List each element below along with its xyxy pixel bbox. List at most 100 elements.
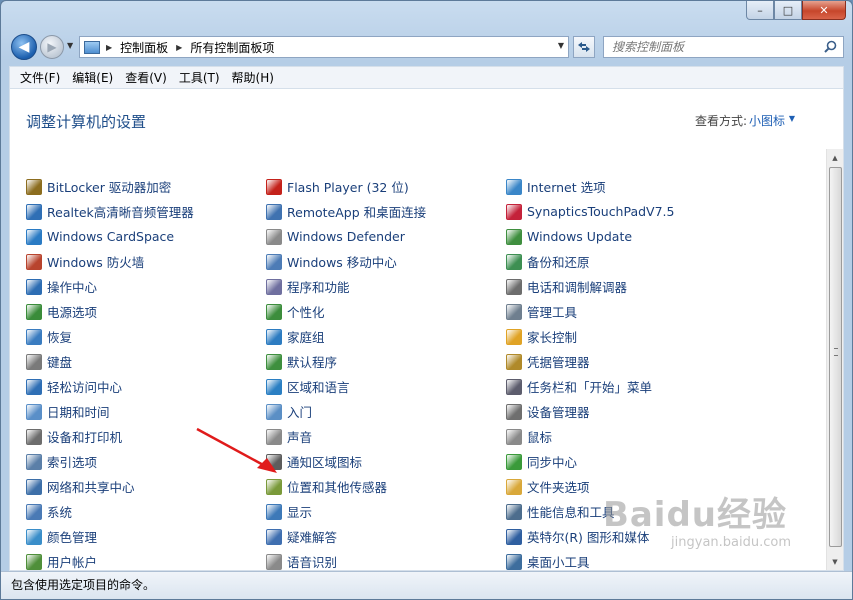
item-label: 桌面小工具 xyxy=(527,555,590,570)
item-label: 备份和还原 xyxy=(527,255,590,270)
devices-printers-icon xyxy=(26,428,42,445)
control-panel-item[interactable]: Windows 移动中心 xyxy=(266,249,506,274)
control-panel-item[interactable]: Flash Player (32 位) xyxy=(266,174,506,199)
control-panel-item[interactable]: 家长控制 xyxy=(506,324,746,349)
control-panel-item[interactable]: 日期和时间 xyxy=(26,399,266,424)
programs-features-icon xyxy=(266,278,282,295)
control-panel-item[interactable]: 显示 xyxy=(266,499,506,524)
forward-button[interactable]: ▶ xyxy=(40,35,64,59)
speech-recognition-icon xyxy=(266,553,282,570)
item-label: 语音识别 xyxy=(287,555,338,570)
item-label: 疑难解答 xyxy=(287,530,338,545)
item-label: 用户帐户 xyxy=(47,555,98,570)
indexing-icon xyxy=(26,453,42,470)
menu-help[interactable]: 帮助(H) xyxy=(226,67,280,88)
control-panel-item[interactable]: SynapticsTouchPadV7.5 xyxy=(506,199,746,224)
color-management-icon xyxy=(26,528,42,545)
backup-restore-icon xyxy=(506,253,522,270)
scroll-up-icon[interactable]: ▲ xyxy=(827,149,843,166)
view-by-dropdown[interactable]: 小图标 xyxy=(749,112,785,129)
scroll-down-icon[interactable]: ▼ xyxy=(827,553,843,570)
back-button[interactable]: ◀ xyxy=(11,34,37,60)
windows-update-icon xyxy=(506,228,522,245)
item-label: 恢复 xyxy=(47,330,73,345)
control-panel-item[interactable]: 电源选项 xyxy=(26,299,266,324)
menu-view[interactable]: 查看(V) xyxy=(119,67,173,88)
control-panel-item[interactable]: 凭据管理器 xyxy=(506,349,746,374)
maximize-button[interactable]: □ xyxy=(774,1,802,20)
control-panel-item[interactable]: 操作中心 xyxy=(26,274,266,299)
internet-options-icon xyxy=(506,178,522,195)
control-panel-item[interactable]: Windows 防火墙 xyxy=(26,249,266,274)
control-panel-item[interactable]: 声音 xyxy=(266,424,506,449)
control-panel-item[interactable]: Windows Update xyxy=(506,224,746,249)
close-button[interactable]: ✕ xyxy=(802,1,846,20)
item-label: Realtek高清晰音频管理器 xyxy=(47,205,194,220)
control-panel-item[interactable]: 键盘 xyxy=(26,349,266,374)
recent-pages-dropdown-icon[interactable]: ▼ xyxy=(67,41,73,50)
minimize-button[interactable]: – xyxy=(746,1,774,20)
control-panel-item[interactable]: 备份和还原 xyxy=(506,249,746,274)
control-panel-item[interactable]: 通知区域图标 xyxy=(266,449,506,474)
content-pane: 调整计算机的设置 查看方式: 小图标 ▼ BitLocker 驱动器加密 Real… xyxy=(9,88,844,571)
control-panel-item[interactable]: 网络和共享中心 xyxy=(26,474,266,499)
menu-file[interactable]: 文件(F) xyxy=(14,67,66,88)
control-panel-item[interactable]: 用户帐户 xyxy=(26,549,266,570)
control-panel-item[interactable]: 疑难解答 xyxy=(266,524,506,549)
control-panel-item[interactable]: 桌面小工具 xyxy=(506,549,746,570)
device-manager-icon xyxy=(506,403,522,420)
control-panel-item[interactable]: RemoteApp 和桌面连接 xyxy=(266,199,506,224)
control-panel-item[interactable]: 电话和调制解调器 xyxy=(506,274,746,299)
control-panel-item[interactable]: BitLocker 驱动器加密 xyxy=(26,174,266,199)
search-input[interactable] xyxy=(612,40,812,54)
control-panel-item[interactable]: 个性化 xyxy=(266,299,506,324)
breadcrumb-separator-icon[interactable]: ▶ xyxy=(176,43,182,52)
control-panel-item[interactable]: Windows Defender xyxy=(266,224,506,249)
refresh-button[interactable] xyxy=(573,36,595,58)
item-label: 管理工具 xyxy=(527,305,578,320)
control-panel-item[interactable]: 任务栏和「开始」菜单 xyxy=(506,374,746,399)
control-panel-item[interactable]: 鼠标 xyxy=(506,424,746,449)
control-panel-item[interactable]: 语音识别 xyxy=(266,549,506,570)
vertical-scrollbar[interactable]: ▲ ▼ xyxy=(826,149,843,570)
control-panel-item[interactable]: 轻松访问中心 xyxy=(26,374,266,399)
item-label: RemoteApp 和桌面连接 xyxy=(287,205,427,220)
item-label: 电话和调制解调器 xyxy=(527,280,628,295)
address-dropdown-icon[interactable]: ▼ xyxy=(558,41,564,50)
control-panel-item[interactable]: 系统 xyxy=(26,499,266,524)
control-panel-item[interactable]: 区域和语言 xyxy=(266,374,506,399)
watermark-logo: Baidu经验 xyxy=(602,495,787,535)
credential-manager-icon xyxy=(506,353,522,370)
control-panel-item[interactable]: Realtek高清晰音频管理器 xyxy=(26,199,266,224)
control-panel-item[interactable]: 默认程序 xyxy=(266,349,506,374)
control-panel-item[interactable]: Windows CardSpace xyxy=(26,224,266,249)
bitlocker-icon xyxy=(26,178,42,195)
search-icon[interactable] xyxy=(824,40,837,53)
breadcrumb-all-items[interactable]: 所有控制面板项 xyxy=(190,39,274,56)
control-panel-item[interactable]: 同步中心 xyxy=(506,449,746,474)
control-panel-item[interactable]: 设备管理器 xyxy=(506,399,746,424)
control-panel-item[interactable]: 家庭组 xyxy=(266,324,506,349)
control-panel-item[interactable]: 管理工具 xyxy=(506,299,746,324)
view-by-chevron-icon[interactable]: ▼ xyxy=(789,114,795,123)
location-sensors-icon xyxy=(266,478,282,495)
control-panel-item[interactable]: Internet 选项 xyxy=(506,174,746,199)
scrollbar-thumb[interactable] xyxy=(829,167,842,547)
control-panel-item[interactable]: 颜色管理 xyxy=(26,524,266,549)
control-panel-item[interactable]: 程序和功能 xyxy=(266,274,506,299)
menu-tools[interactable]: 工具(T) xyxy=(173,67,226,88)
item-label: 程序和功能 xyxy=(287,280,350,295)
item-label: 设备管理器 xyxy=(527,405,590,420)
address-bar[interactable]: ▶ 控制面板 ▶ 所有控制面板项 ▼ xyxy=(79,36,569,58)
item-label: Windows 防火墙 xyxy=(47,255,145,270)
control-panel-item[interactable]: 入门 xyxy=(266,399,506,424)
control-panel-item[interactable]: 恢复 xyxy=(26,324,266,349)
item-label: 系统 xyxy=(47,505,73,520)
item-label: 电源选项 xyxy=(47,305,98,320)
menu-edit[interactable]: 编辑(E) xyxy=(66,67,119,88)
search-box[interactable] xyxy=(603,36,844,58)
item-label: 家长控制 xyxy=(527,330,578,345)
breadcrumb-control-panel[interactable]: 控制面板 xyxy=(120,39,168,56)
control-panel-item[interactable]: 位置和其他传感器 xyxy=(266,474,506,499)
breadcrumb-separator-icon[interactable]: ▶ xyxy=(106,43,112,52)
